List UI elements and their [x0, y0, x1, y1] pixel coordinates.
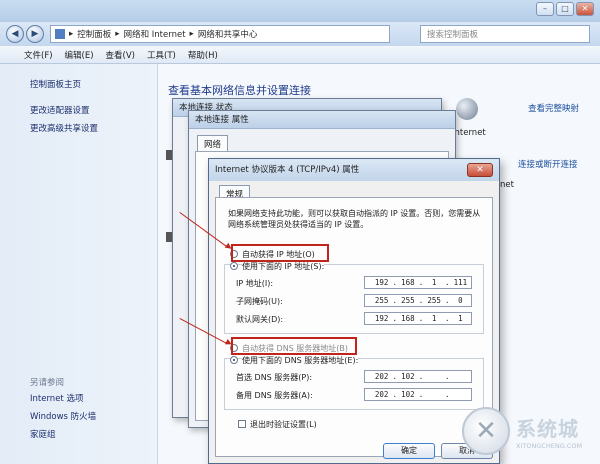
address-bar[interactable]: ▸ 控制面板 ▸ 网络和 Internet ▸ 网络和共享中心 [50, 25, 390, 43]
dns-octet: 102 [401, 390, 415, 399]
dialog-title: Internet 协议版本 4 (TCP/IPv4) 属性 [209, 159, 499, 181]
gw-octet: 1 [431, 314, 437, 323]
sidebar-item-adapter-settings[interactable]: 更改适配器设置 [30, 104, 90, 116]
menu-view[interactable]: 查看(V) [106, 49, 135, 61]
watermark-text-block: 系统城 XITONGCHENG.COM [516, 413, 582, 450]
use-dns-label: 使用下面的 DNS 服务器地址(E): [242, 355, 359, 366]
use-ip-label: 使用下面的 IP 地址(S): [242, 261, 325, 272]
left-pane: 控制面板主页 更改适配器设置 更改高级共享设置 另请参阅 Internet 选项… [0, 64, 158, 464]
intro-text: 如果网络支持此功能，则可以获取自动指派的 IP 设置。否则，您需要从网络系统管理… [228, 209, 481, 229]
breadcrumb-separator: ▸ [115, 29, 120, 39]
dns-octet: 102 [401, 372, 415, 381]
preferred-dns-field[interactable]: 202. 102. . [364, 370, 472, 383]
gw-octet: 1 [458, 314, 463, 323]
connect-disconnect-link[interactable]: 连接或断开连接 [518, 158, 578, 170]
sidebar-item-internet-options[interactable]: Internet 选项 [30, 392, 83, 404]
menu-edit[interactable]: 编辑(E) [65, 49, 94, 61]
dns-octet: 202 [374, 390, 389, 399]
dialog-title: 本地连接 属性 [189, 111, 455, 129]
ip-octet: 111 [453, 278, 468, 287]
gw-octet: 168 [401, 314, 415, 323]
window-titlebar: – □ ✕ [0, 0, 600, 22]
breadcrumb-separator: ▸ [69, 29, 74, 39]
breadcrumb-separator: ▸ [189, 29, 194, 39]
control-panel-icon [55, 29, 65, 39]
forward-button[interactable]: ▶ [26, 25, 44, 43]
use-dns-radio[interactable] [230, 356, 238, 364]
dns-octet [450, 389, 471, 400]
network-type-partial: net [500, 180, 514, 190]
back-button[interactable]: ◀ [6, 25, 24, 43]
mask-octet: 255 [374, 296, 389, 305]
internet-label: Internet [452, 128, 486, 138]
breadcrumb-item[interactable]: 控制面板 [77, 28, 111, 40]
window-controls: – □ ✕ [536, 2, 594, 16]
see-also-title: 另请参阅 [30, 378, 65, 388]
watermark-text: 系统城 [516, 416, 579, 441]
ok-button[interactable]: 确定 [383, 443, 435, 459]
tab-network[interactable]: 网络 [197, 135, 229, 152]
obscured-mark [166, 150, 172, 160]
menu-help[interactable]: 帮助(H) [188, 49, 218, 61]
watermark-subtext: XITONGCHENG.COM [516, 441, 583, 450]
general-tab-panel: 如果网络支持此功能，则可以获取自动指派的 IP 设置。否则，您需要从网络系统管理… [215, 197, 493, 457]
sidebar-item-homegroup[interactable]: 家庭组 [30, 428, 56, 440]
gw-octet: 192 [374, 314, 389, 323]
breadcrumb-item[interactable]: 网络和 Internet [124, 28, 186, 40]
menu-tools[interactable]: 工具(T) [147, 49, 176, 61]
maximize-button[interactable]: □ [556, 2, 574, 16]
globe-icon [456, 98, 478, 120]
ip-address-label: IP 地址(I): [236, 279, 274, 288]
ip-address-field[interactable]: 192. 168. 1. 111 [364, 276, 472, 289]
watermark-logo-icon: ✕ [462, 407, 510, 455]
dns-octet [423, 371, 444, 382]
ip-octet: 192 [374, 278, 389, 287]
subnet-mask-label: 子网掩码(U): [236, 297, 283, 306]
use-ip-radio[interactable] [230, 262, 238, 270]
address-row: ◀ ▶ ▸ 控制面板 ▸ 网络和 Internet ▸ 网络和共享中心 搜索控制… [0, 22, 600, 46]
highlight-auto-dns [231, 337, 357, 355]
sidebar-item-firewall[interactable]: Windows 防火墙 [30, 410, 96, 422]
dns-octet: 202 [374, 372, 389, 381]
validate-label: 退出时验证设置(L) [250, 420, 317, 429]
menu-file[interactable]: 文件(F) [24, 49, 53, 61]
ip-octet: 1 [431, 278, 437, 287]
mask-octet: 0 [458, 296, 463, 305]
highlight-auto-ip [231, 244, 329, 262]
breadcrumb-item[interactable]: 网络和共享中心 [198, 28, 258, 40]
view-full-map-link[interactable]: 查看完整映射 [528, 102, 579, 114]
alternate-dns-field[interactable]: 202. 102. . [364, 388, 472, 401]
sidebar-item-control-panel-home[interactable]: 控制面板主页 [30, 78, 81, 90]
mask-octet: 255 [427, 296, 441, 305]
alternate-dns-label: 备用 DNS 服务器(A): [236, 391, 313, 400]
ipv4-properties-dialog: Internet 协议版本 4 (TCP/IPv4) 属性 ✕ 常规 如果网络支… [208, 158, 500, 464]
obscured-mark [166, 232, 172, 242]
gateway-field[interactable]: 192. 168. 1. 1 [364, 312, 472, 325]
gateway-label: 默认网关(D): [236, 315, 284, 324]
minimize-button[interactable]: – [536, 2, 554, 16]
validate-checkbox[interactable] [238, 420, 246, 428]
close-button[interactable]: ✕ [576, 2, 594, 16]
page-title: 查看基本网络信息并设置连接 [168, 84, 311, 97]
dns-octet [450, 371, 471, 382]
sidebar-item-advanced-sharing[interactable]: 更改高级共享设置 [30, 122, 98, 134]
preferred-dns-label: 首选 DNS 服务器(P): [236, 373, 313, 382]
ip-octet: 168 [401, 278, 415, 287]
menu-bar: 文件(F) 编辑(E) 查看(V) 工具(T) 帮助(H) [0, 46, 600, 64]
subnet-mask-field[interactable]: 255. 255. 255. 0 [364, 294, 472, 307]
mask-octet: 255 [401, 296, 415, 305]
watermark: ✕ 系统城 XITONGCHENG.COM [462, 402, 594, 460]
dns-octet [423, 389, 444, 400]
search-input[interactable]: 搜索控制面板 [420, 25, 590, 43]
close-icon[interactable]: ✕ [467, 163, 493, 177]
